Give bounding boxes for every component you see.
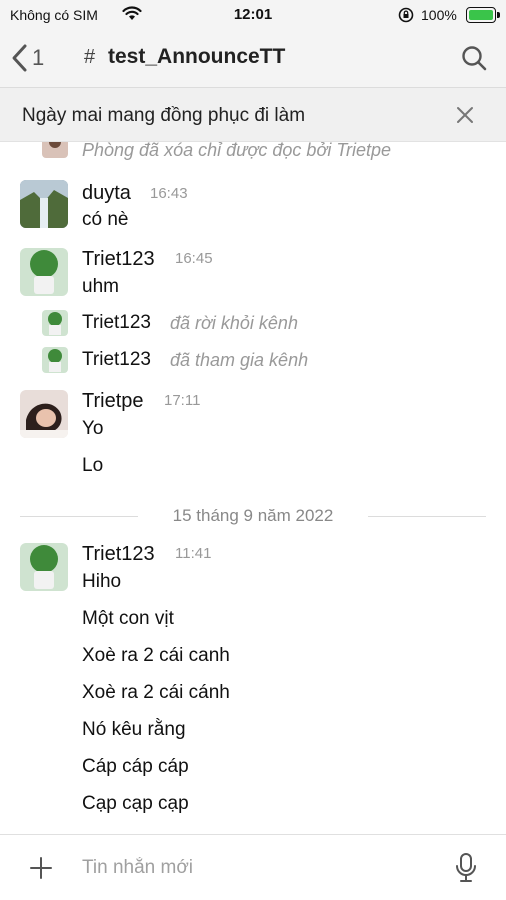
message-text: uhm <box>82 276 119 297</box>
announcement-banner[interactable]: Ngày mai mang đồng phục đi làm <box>0 88 506 142</box>
avatar[interactable] <box>20 543 68 591</box>
date-divider-line <box>368 516 486 517</box>
battery-icon <box>466 7 500 23</box>
message-composer <box>0 834 506 900</box>
message-text: Xoè ra 2 cái canh <box>82 645 230 666</box>
channel-title[interactable]: test_AnnounceTT <box>108 45 285 69</box>
avatar[interactable] <box>20 248 68 296</box>
message-text: Nó kêu rằng <box>82 719 186 740</box>
message-time: 17:11 <box>164 392 201 409</box>
avatar <box>42 347 68 373</box>
message-text: Cạp cạp cạp <box>82 793 189 814</box>
message-text: Một con vịt <box>82 608 174 629</box>
message-text: Yo <box>82 418 104 439</box>
message-time: 16:45 <box>175 250 213 267</box>
system-action: đã tham gia kênh <box>170 350 309 370</box>
system-username[interactable]: Triet123 <box>82 312 151 334</box>
search-icon[interactable] <box>460 44 488 72</box>
avatar <box>42 142 68 158</box>
system-username[interactable]: Triet123 <box>82 349 151 371</box>
avatar[interactable] <box>20 180 68 228</box>
microphone-icon[interactable] <box>455 852 477 884</box>
message-text: Cáp cáp cáp <box>82 756 189 777</box>
back-button[interactable]: 1 <box>10 42 44 74</box>
close-icon[interactable] <box>454 104 476 126</box>
back-chevron-icon <box>12 44 27 72</box>
message-username[interactable]: Trietpe <box>82 390 144 413</box>
message-list[interactable]: Phòng đã xóa chỉ được đọc bởi Trietpe du… <box>0 142 506 834</box>
message-username[interactable]: duyta <box>82 182 131 205</box>
message-input[interactable] <box>82 853 422 883</box>
lock-rotation-icon <box>398 7 414 23</box>
channel-hash-icon: # <box>84 46 96 68</box>
message-time: 11:41 <box>175 545 212 562</box>
system-message: Phòng đã xóa chỉ được đọc bởi Trietpe <box>82 142 392 160</box>
message-text: có nè <box>82 209 129 230</box>
message-time: 16:43 <box>150 185 188 202</box>
channel-header: 1 # test_AnnounceTT <box>0 30 506 88</box>
unread-count: 1 <box>32 45 45 70</box>
message-text: Xoè ra 2 cái cánh <box>82 682 230 703</box>
announcement-text: Ngày mai mang đồng phục đi làm <box>22 105 306 126</box>
message-username[interactable]: Triet123 <box>82 248 155 271</box>
message-text: Hiho <box>82 571 122 592</box>
status-bar: Không có SIM 12:01 100% <box>0 0 506 30</box>
message-text: Lo <box>82 455 104 476</box>
plus-icon[interactable] <box>28 855 54 881</box>
system-action: đã rời khỏi kênh <box>170 313 298 333</box>
message-username[interactable]: Triet123 <box>82 543 155 566</box>
battery-percent: 100% <box>421 7 457 23</box>
avatar <box>42 310 68 336</box>
avatar[interactable] <box>20 390 68 438</box>
